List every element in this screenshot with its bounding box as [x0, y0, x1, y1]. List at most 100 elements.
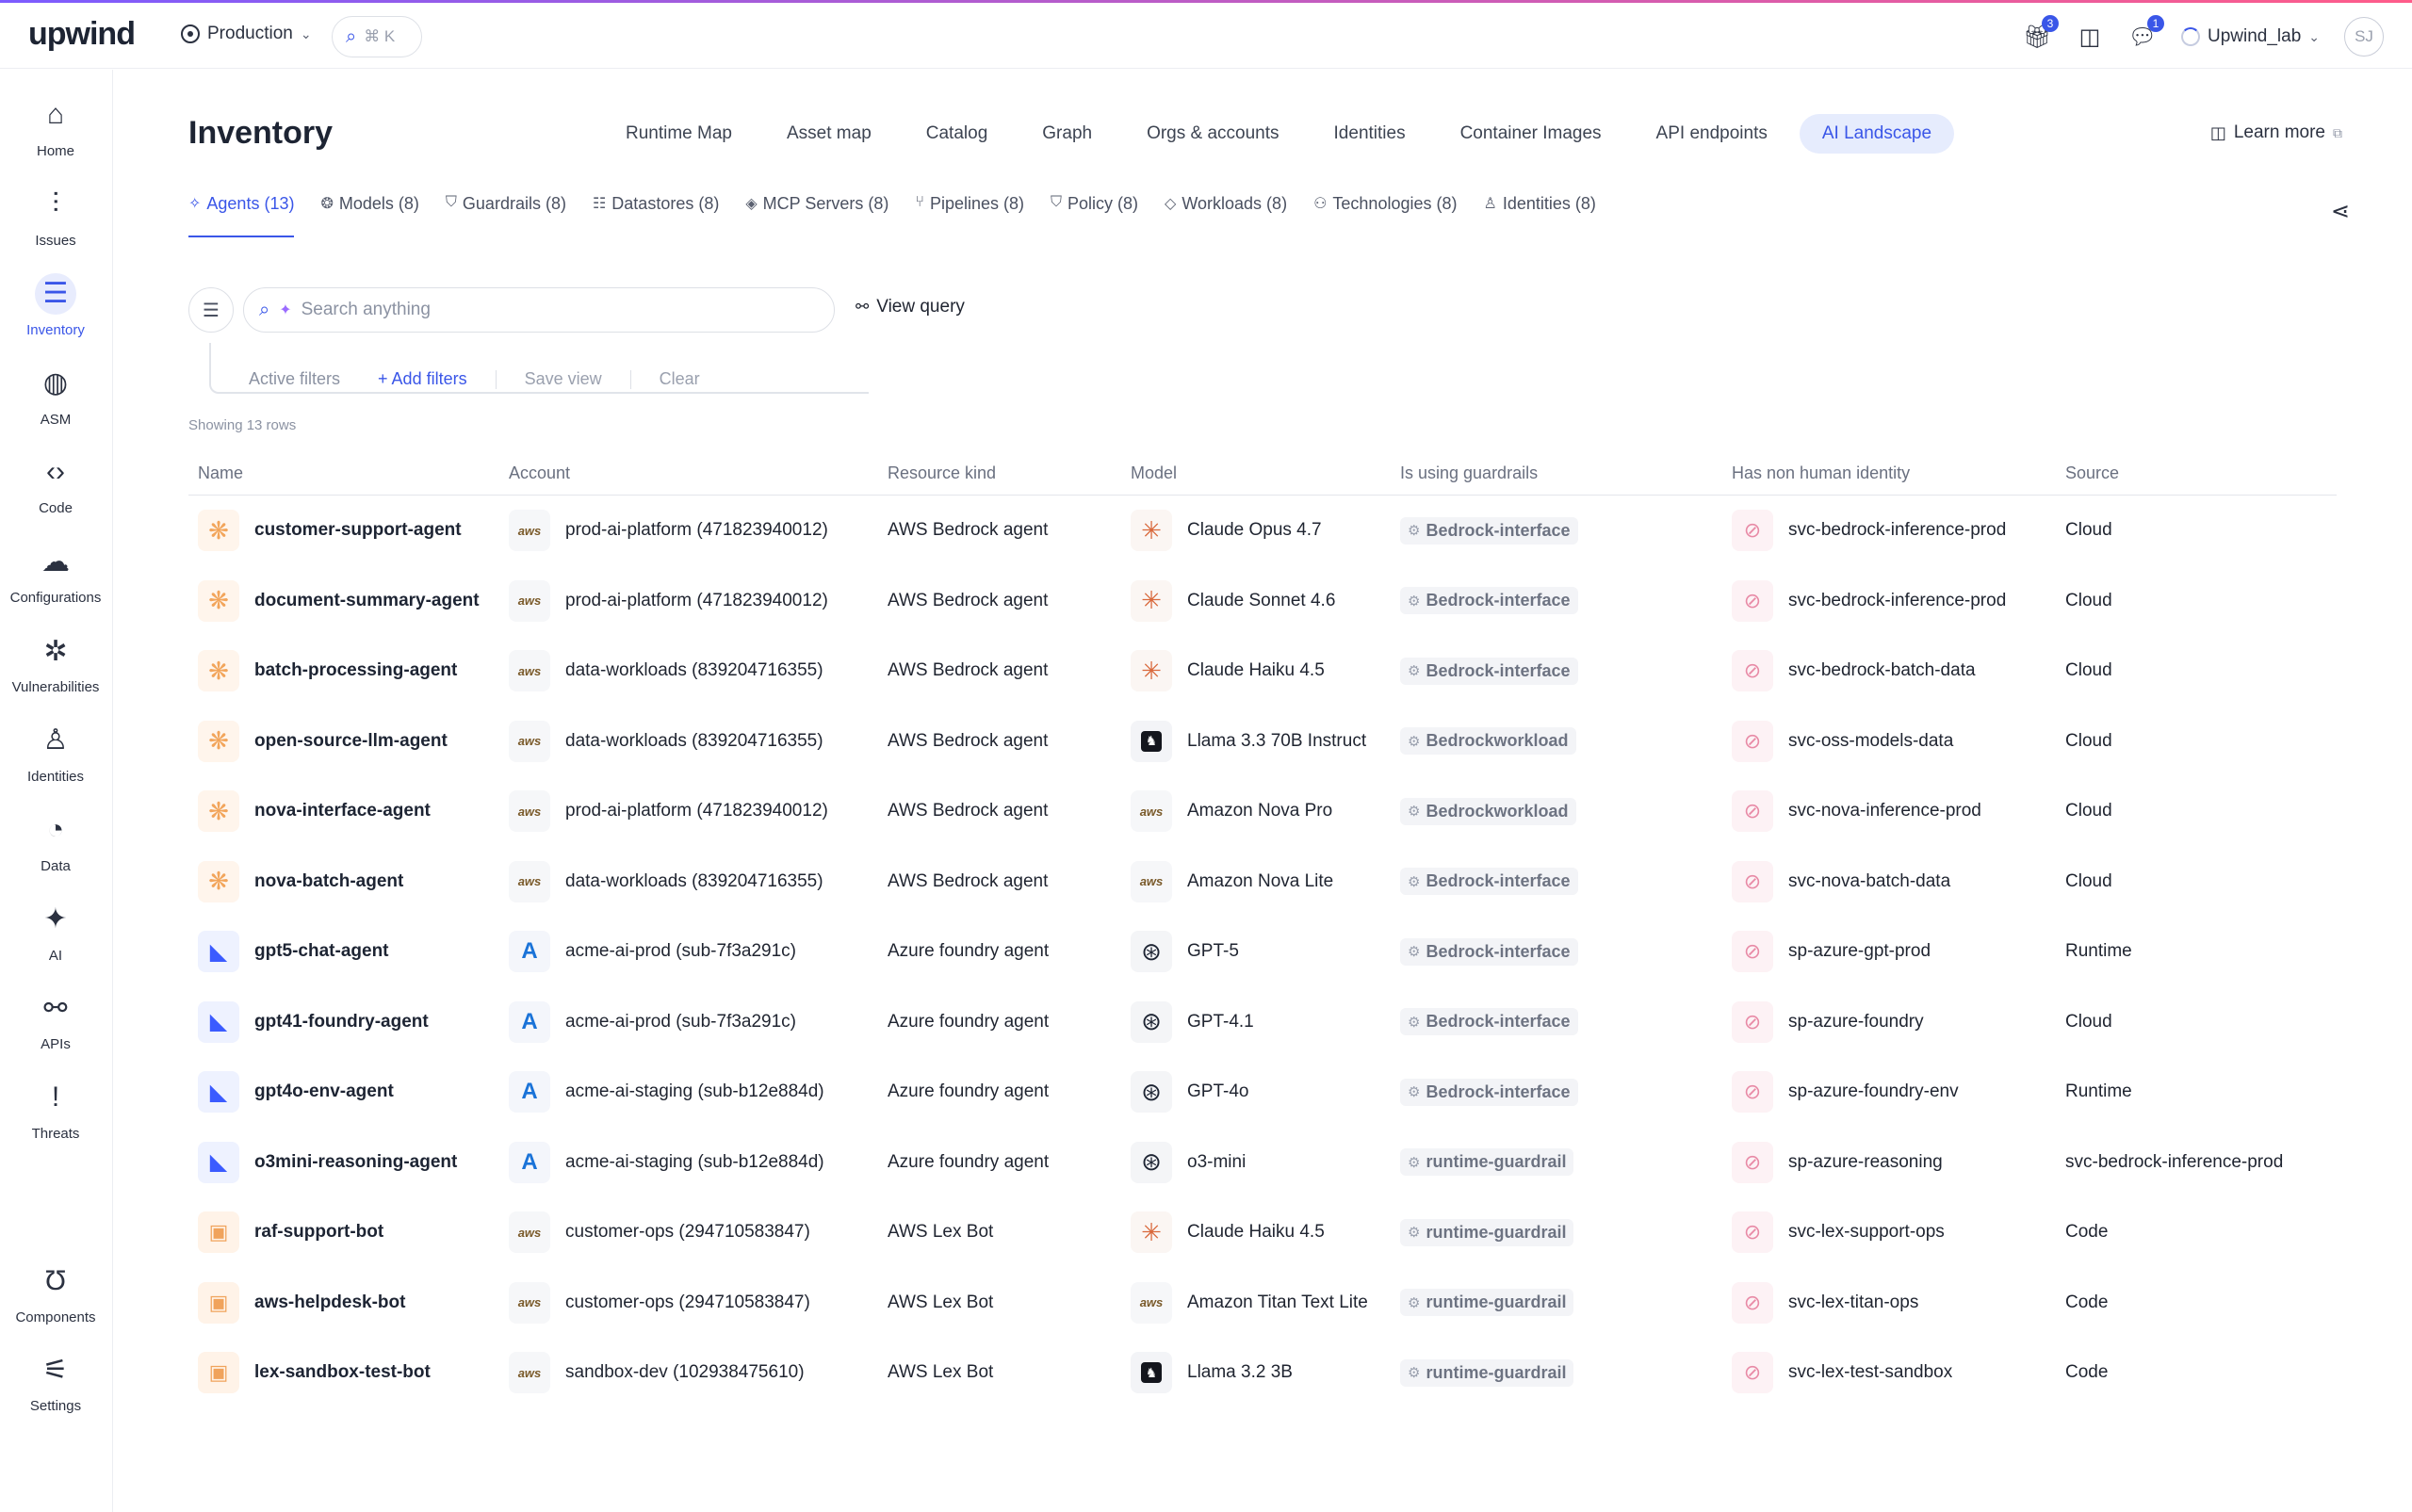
guardrail-chip[interactable]: ⚙ runtime-guardrail: [1400, 1148, 1574, 1177]
sidebar-item-code[interactable]: ‹› Code: [0, 451, 111, 530]
subtab-policy[interactable]: ⛉ Policy (8): [1051, 194, 1138, 237]
guardrail-chip[interactable]: ⚙ Bedrock-interface: [1400, 868, 1578, 896]
column-header-guardrails[interactable]: Is using guardrails: [1400, 463, 1732, 483]
model-name[interactable]: Claude Haiku 4.5: [1187, 660, 1325, 681]
tab-container-images[interactable]: Container Images: [1438, 114, 1624, 154]
sidebar-item-threats[interactable]: ! Threats: [0, 1077, 111, 1156]
learn-more-link[interactable]: ◫ Learn more ⧉: [2210, 122, 2342, 143]
agent-name[interactable]: nova-interface-agent: [254, 801, 431, 821]
model-name[interactable]: Amazon Titan Text Lite: [1187, 1293, 1368, 1313]
guardrail-chip[interactable]: ⚙ runtime-guardrail: [1400, 1289, 1574, 1317]
table-row[interactable]: ◣ gpt4o-env-agent Aacme-ai-staging (sub-b1…: [188, 1057, 2337, 1128]
sidebar-item-configurations[interactable]: ☁ Configurations: [0, 541, 111, 620]
upwind-logo[interactable]: upwind: [28, 16, 136, 53]
account-name[interactable]: prod-ai-platform (471823940012): [565, 801, 828, 821]
view-query-button[interactable]: ⚯ View query: [856, 297, 965, 317]
sidebar-item-inventory[interactable]: ☰ Inventory: [0, 272, 111, 352]
account-name[interactable]: acme-ai-staging (sub-b12e884d): [565, 1152, 824, 1173]
sidebar-item-components[interactable]: Ʊ Components: [0, 1260, 111, 1340]
agent-name[interactable]: gpt5-chat-agent: [254, 941, 389, 962]
identity-name[interactable]: svc-bedrock-inference-prod: [1788, 520, 2006, 541]
agent-name[interactable]: aws-helpdesk-bot: [254, 1293, 405, 1313]
command-search-button[interactable]: ⌕ ⌘ K: [332, 16, 422, 57]
table-row[interactable]: ❋ nova-interface-agent aws prod-ai-platform…: [188, 776, 2337, 847]
guardrail-chip[interactable]: ⚙ Bedrock-interface: [1400, 937, 1578, 966]
tab-asset-map[interactable]: Asset map: [764, 114, 894, 154]
guardrail-chip[interactable]: ⚙ Bedrock-interface: [1400, 587, 1578, 615]
sidebar-item-home[interactable]: ⌂ Home: [0, 94, 111, 173]
table-row[interactable]: ❋ document-summary-agent aws prod-ai-platfo…: [188, 566, 2337, 637]
agent-name[interactable]: gpt4o-env-agent: [254, 1081, 394, 1102]
sidebar-item-apis[interactable]: ⚯ APIs: [0, 987, 111, 1066]
identity-name[interactable]: svc-nova-inference-prod: [1788, 801, 1981, 821]
guardrail-chip[interactable]: ⚙ runtime-guardrail: [1400, 1358, 1574, 1387]
identity-name[interactable]: svc-lex-test-sandbox: [1788, 1362, 1952, 1383]
account-name[interactable]: prod-ai-platform (471823940012): [565, 591, 828, 611]
account-name[interactable]: acme-ai-prod (sub-7f3a291c): [565, 941, 796, 962]
account-name[interactable]: acme-ai-prod (sub-7f3a291c): [565, 1012, 796, 1032]
save-view-button[interactable]: Save view: [525, 369, 602, 389]
guardrail-chip[interactable]: ⚙ Bedrockworkload: [1400, 727, 1576, 756]
account-name[interactable]: data-workloads (839204716355): [565, 660, 823, 681]
sidebar-item-vulnerabilities[interactable]: ✲ Vulnerabilities: [0, 630, 111, 709]
identity-name[interactable]: sp-azure-gpt-prod: [1788, 941, 1931, 962]
column-header-non-human-identity[interactable]: Has non human identity: [1732, 463, 2065, 483]
guardrail-chip[interactable]: ⚙ Bedrock-interface: [1400, 1008, 1578, 1036]
tab-identities[interactable]: Identities: [1312, 114, 1428, 154]
subtab-identities[interactable]: ♙ Identities (8): [1483, 194, 1595, 237]
agent-name[interactable]: customer-support-agent: [254, 520, 462, 541]
subtab-technologies[interactable]: ⚇ Technologies (8): [1313, 194, 1457, 237]
account-name[interactable]: customer-ops (294710583847): [565, 1222, 810, 1243]
account-name[interactable]: prod-ai-platform (471823940012): [565, 520, 828, 541]
column-header-account[interactable]: Account: [509, 463, 888, 483]
account-name[interactable]: sandbox-dev (102938475610): [565, 1362, 805, 1383]
user-avatar[interactable]: SJ: [2344, 17, 2384, 57]
agent-name[interactable]: gpt41-foundry-agent: [254, 1012, 429, 1032]
model-name[interactable]: Amazon Nova Pro: [1187, 801, 1332, 821]
guardrail-chip[interactable]: ⚙ Bedrockworkload: [1400, 797, 1576, 825]
org-selector[interactable]: Upwind_lab ⌄: [2180, 26, 2320, 47]
tab-ai-landscape[interactable]: AI Landscape: [1799, 114, 1955, 154]
identity-name[interactable]: svc-bedrock-batch-data: [1788, 660, 1976, 681]
model-name[interactable]: GPT-4.1: [1187, 1012, 1254, 1032]
agent-name[interactable]: raf-support-bot: [254, 1222, 383, 1243]
subtab-datastores[interactable]: ☷ Datastores (8): [593, 194, 719, 237]
sidebar-item-asm[interactable]: ◍ ASM: [0, 363, 111, 442]
sidebar-item-ai[interactable]: ✦ AI: [0, 899, 111, 978]
environment-selector[interactable]: Production ⌄: [181, 24, 312, 44]
table-row[interactable]: ❋ batch-processing-agent aws data-workloads…: [188, 636, 2337, 707]
table-row[interactable]: ❋ customer-support-agent aws prod-ai-platfo…: [188, 496, 2337, 566]
model-name[interactable]: Claude Haiku 4.5: [1187, 1222, 1325, 1243]
agent-name[interactable]: o3mini-reasoning-agent: [254, 1152, 457, 1173]
column-header-model[interactable]: Model: [1131, 463, 1400, 483]
agent-name[interactable]: document-summary-agent: [254, 591, 480, 611]
sidebar-item-identities[interactable]: ♙ Identities: [0, 720, 111, 799]
agent-name[interactable]: nova-batch-agent: [254, 871, 403, 892]
table-row[interactable]: ◣ gpt5-chat-agent Aacme-ai-prod (sub-7f3a2…: [188, 917, 2337, 987]
model-name[interactable]: Amazon Nova Lite: [1187, 871, 1333, 892]
subtab-agents[interactable]: ✧ Agents (13): [188, 194, 295, 237]
sidebar-item-issues[interactable]: ⫶ Issues: [0, 184, 111, 263]
search-input[interactable]: [301, 300, 791, 320]
agent-name[interactable]: lex-sandbox-test-bot: [254, 1362, 431, 1383]
tab-api-endpoints[interactable]: API endpoints: [1634, 114, 1790, 154]
column-header-name[interactable]: Name: [188, 463, 509, 483]
subtab-models[interactable]: ❂ Models (8): [320, 194, 418, 237]
table-row[interactable]: ▣ raf-support-bot aws customer-ops (2947105…: [188, 1197, 2337, 1268]
identity-name[interactable]: svc-nova-batch-data: [1788, 871, 1950, 892]
identity-name[interactable]: sp-azure-foundry-env: [1788, 1081, 1959, 1102]
guardrail-chip[interactable]: ⚙ Bedrock-interface: [1400, 657, 1578, 685]
subtab-mcp-servers[interactable]: ◈ MCP Servers (8): [745, 194, 888, 237]
tab-graph[interactable]: Graph: [1019, 114, 1115, 154]
table-row[interactable]: ❋ open-source-llm-agent aws data-workloads …: [188, 707, 2337, 777]
model-name[interactable]: Claude Opus 4.7: [1187, 520, 1322, 541]
account-name[interactable]: customer-ops (294710583847): [565, 1293, 810, 1313]
tab-catalog[interactable]: Catalog: [904, 114, 1011, 154]
identity-name[interactable]: svc-bedrock-inference-prod: [1788, 591, 2006, 611]
table-row[interactable]: ◣ o3mini-reasoning-agent Aacme-ai-staging …: [188, 1128, 2337, 1198]
model-name[interactable]: Claude Sonnet 4.6: [1187, 591, 1335, 611]
sidebar-item-settings[interactable]: ⚟ Settings: [0, 1349, 111, 1428]
docs-button[interactable]: ◫: [2076, 23, 2104, 51]
model-name[interactable]: GPT-5: [1187, 941, 1239, 962]
identity-name[interactable]: sp-azure-reasoning: [1788, 1152, 1943, 1173]
